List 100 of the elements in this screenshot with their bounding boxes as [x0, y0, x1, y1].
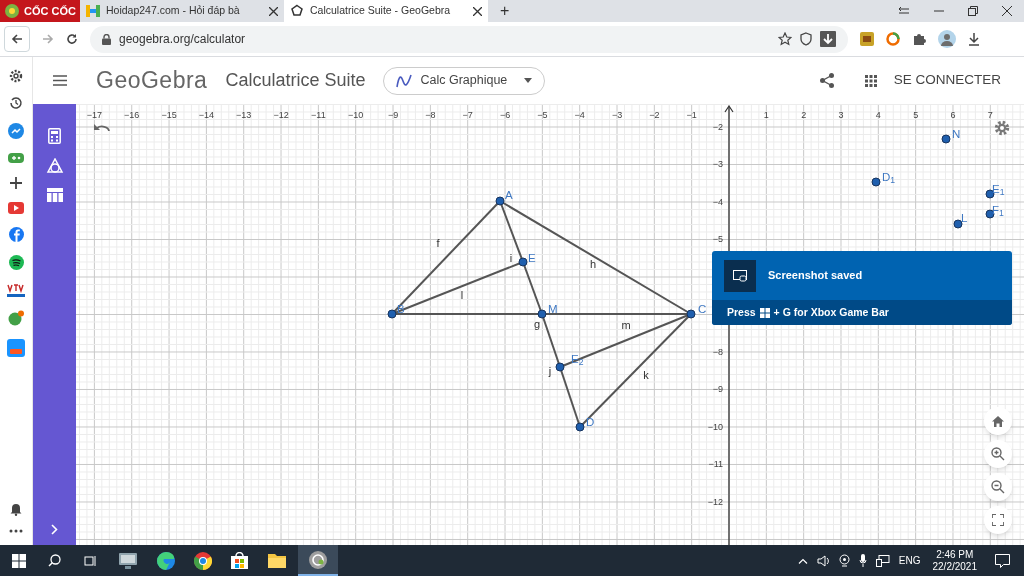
puzzle-icon[interactable] [912, 32, 926, 46]
search-icon[interactable] [48, 554, 61, 567]
browser-tab[interactable]: Calculatrice Suite - GeoGebra [284, 0, 488, 22]
axis-tick-label: −15 [161, 110, 177, 120]
axis-tick-label: 1 [763, 110, 769, 120]
point-marker[interactable] [985, 189, 995, 199]
star-icon[interactable] [778, 32, 792, 46]
undo-icon[interactable] [93, 122, 110, 132]
point-label: B [397, 303, 405, 315]
video-icon[interactable] [8, 202, 24, 214]
back-button[interactable] [4, 26, 30, 52]
axis-tick-label: −3 [712, 159, 723, 170]
axis-tick-label: −12 [273, 110, 289, 120]
axis-tick-label: 5 [913, 110, 919, 120]
browser-logo[interactable]: CỐC CỐC [0, 0, 80, 22]
toast-hint-text: Press [727, 304, 756, 320]
close-icon[interactable] [269, 6, 278, 16]
language-indicator[interactable]: ENG [898, 553, 921, 568]
flower-icon [290, 4, 304, 18]
axis-tick-label: −10 [348, 110, 364, 120]
zoom-out-button[interactable] [984, 473, 1012, 501]
point-marker[interactable] [941, 134, 951, 144]
axis-tick-label: −16 [124, 110, 140, 120]
point-label: D$_{1}$ [882, 171, 896, 183]
sign-in-button[interactable]: SE CONNECTER [893, 70, 1001, 91]
apps-grid-icon[interactable] [864, 74, 877, 87]
point-marker[interactable] [495, 196, 505, 206]
facebook-icon[interactable] [8, 227, 24, 242]
messenger-icon[interactable] [8, 123, 24, 139]
point-marker[interactable] [953, 219, 963, 229]
active-app-button[interactable] [298, 545, 338, 576]
clock-time[interactable]: 2:46 PM [936, 548, 974, 561]
close-icon[interactable] [473, 6, 482, 16]
screenshot-icon [724, 259, 756, 292]
axis-tick-label: −6 [499, 110, 511, 120]
calculator-icon[interactable] [48, 128, 61, 144]
task-view-icon[interactable] [84, 554, 97, 567]
edge-browser-icon[interactable] [157, 551, 175, 570]
download-icon[interactable] [820, 31, 836, 47]
download-icon[interactable] [968, 32, 980, 46]
camera-icon[interactable] [838, 554, 850, 567]
chevron-up-icon[interactable] [797, 557, 808, 564]
more-icon[interactable] [9, 529, 23, 533]
ring-icon[interactable] [886, 32, 900, 46]
monitor-app-icon[interactable] [119, 552, 137, 569]
axis-tick-label: −14 [198, 110, 214, 120]
notification-icon[interactable] [995, 553, 1010, 568]
geometry-icon[interactable] [45, 158, 64, 174]
microphone-icon[interactable] [858, 554, 867, 567]
network-icon[interactable] [875, 554, 890, 567]
point-marker[interactable] [871, 177, 881, 187]
tab-search-icon[interactable] [898, 6, 910, 16]
point-marker[interactable] [985, 209, 995, 219]
point-label: E$_{1}$ [992, 183, 1005, 195]
new-tab-button[interactable]: + [488, 0, 522, 22]
point-label: E [528, 252, 536, 264]
point-label: D [586, 416, 595, 428]
clock-date[interactable]: 22/2/2021 [932, 560, 977, 573]
shield-icon[interactable] [800, 32, 812, 46]
point-marker[interactable] [387, 309, 397, 319]
gamepad-icon[interactable] [8, 152, 24, 164]
reload-icon[interactable] [66, 33, 78, 45]
point-marker[interactable] [686, 309, 696, 319]
axis-tick-label: −17 [86, 110, 103, 120]
chrome-browser-icon[interactable] [194, 551, 212, 570]
address-bar[interactable]: geogebra.org/calculator [90, 25, 848, 53]
avatar-icon[interactable] [938, 30, 956, 48]
zoom-in-button[interactable] [984, 440, 1012, 468]
windows-start-icon[interactable] [12, 553, 26, 568]
table-icon[interactable] [46, 188, 63, 202]
fullscreen-button[interactable] [984, 506, 1012, 534]
settings-icon[interactable] [994, 120, 1010, 136]
restore-icon[interactable] [968, 6, 978, 16]
point-label: C [698, 303, 707, 315]
point-marker[interactable] [518, 257, 528, 267]
app-icon [309, 550, 327, 569]
bell-icon[interactable] [10, 502, 22, 516]
axis-tick-label: −9 [712, 384, 723, 395]
tv-logo-icon[interactable] [7, 283, 25, 297]
share-icon[interactable] [819, 73, 834, 88]
settings-icon[interactable] [9, 69, 23, 83]
chat-icon[interactable] [7, 310, 25, 326]
menu-icon[interactable] [53, 75, 67, 86]
segment-label: m [621, 319, 631, 331]
close-icon[interactable] [1002, 6, 1012, 16]
lock-icon [102, 33, 111, 45]
axis-tick-label: 6 [950, 110, 956, 120]
point-marker[interactable] [537, 309, 547, 319]
store-icon[interactable] [231, 552, 248, 569]
point-marker[interactable] [575, 422, 585, 432]
home-button[interactable] [984, 407, 1012, 435]
extension-icon[interactable] [860, 32, 874, 46]
expand-chevron-icon[interactable] [51, 524, 58, 535]
speaker-icon[interactable] [816, 554, 830, 567]
folder-icon[interactable] [268, 553, 286, 568]
history-icon[interactable] [9, 96, 23, 110]
axis-tick-label: 3 [838, 110, 844, 120]
add-icon[interactable] [10, 177, 22, 189]
music-icon[interactable] [8, 255, 24, 270]
point-marker[interactable] [555, 362, 565, 372]
